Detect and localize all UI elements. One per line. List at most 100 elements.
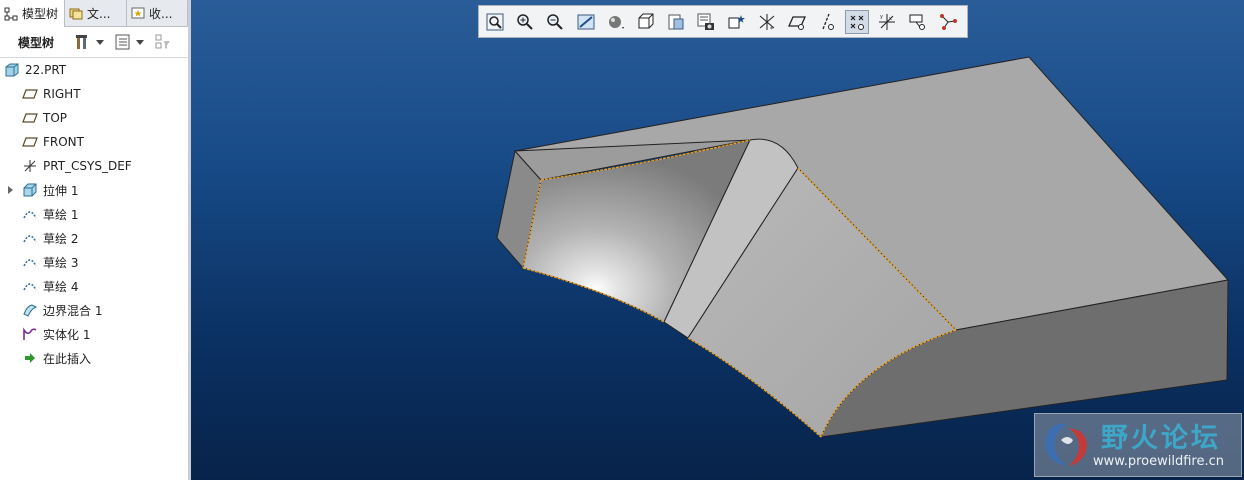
tab-model-tree[interactable]: 模型树 — [0, 0, 65, 27]
datum-display-button[interactable]: * — [755, 10, 779, 34]
repaint-button[interactable] — [574, 10, 598, 34]
sketch-icon — [23, 235, 37, 243]
tree-item-root[interactable]: 22.PRT — [0, 58, 188, 82]
model-tree: 22.PRT RIGHT TOP FRONT PRT_CSYS_DEF 拉伸 1 — [0, 58, 188, 370]
zoom-in-button[interactable] — [513, 10, 537, 34]
refit-zoom-icon — [486, 13, 504, 30]
plane-display-button[interactable] — [785, 10, 809, 34]
appearance-gallery-button[interactable] — [694, 10, 718, 34]
point-display-button[interactable] — [845, 9, 870, 34]
view-manager-icon — [668, 14, 684, 29]
tree-toolbar: 模型树 — [0, 27, 188, 58]
svg-text:y: y — [880, 14, 883, 20]
chevron-down-icon[interactable] — [136, 39, 144, 45]
tree-item-label: RIGHT — [43, 87, 81, 101]
repaint-icon — [577, 14, 595, 29]
csys-display-button[interactable]: xy — [875, 10, 899, 34]
navigator-tabs: 模型树 文... 收... — [0, 0, 188, 27]
sketch-icon — [23, 211, 37, 219]
tree-item-sketch-1[interactable]: 草绘 1 — [0, 202, 188, 226]
chevron-down-icon[interactable] — [96, 39, 104, 45]
watermark-title: 野火论坛 — [1101, 423, 1221, 454]
tree-item-label: PRT_CSYS_DEF — [43, 159, 132, 173]
tree-show-icon[interactable] — [114, 33, 132, 51]
csys-display-icon: xy — [879, 13, 896, 30]
tree-item-label: 草绘 1 — [43, 207, 79, 222]
tree-item-extrude[interactable]: 拉伸 1 — [0, 178, 188, 202]
perspective-view-icon — [728, 14, 745, 28]
sketch-icon — [23, 283, 37, 291]
axis-display-icon — [822, 13, 835, 30]
expand-arrow-icon[interactable] — [8, 186, 13, 194]
tree-item-label: 草绘 4 — [43, 279, 79, 294]
datum-plane-icon — [22, 137, 38, 147]
annotation-display-button[interactable] — [906, 10, 930, 34]
part-icon — [5, 63, 19, 77]
watermark-url: www.proewildfire.cn — [1093, 454, 1224, 469]
tree-item-front[interactable]: FRONT — [0, 130, 188, 154]
tree-filter-icon[interactable] — [154, 33, 172, 51]
tree-item-boundary-blend[interactable]: 边界混合 1 — [0, 298, 188, 322]
svg-text:x: x — [889, 16, 892, 22]
point-display-icon — [850, 15, 865, 30]
saved-orientations-icon — [638, 13, 654, 28]
zoom-out-icon — [547, 13, 564, 30]
tree-item-label: 草绘 3 — [43, 255, 79, 270]
tree-title: 模型树 — [18, 35, 55, 50]
tree-item-label: 在此插入 — [43, 351, 92, 366]
view-toolbar: * xy — [478, 5, 968, 38]
appearance-gallery-icon — [697, 13, 715, 30]
datum-display-icon: * — [759, 13, 775, 32]
coordinate-system-icon — [24, 160, 36, 172]
tree-item-sketch-4[interactable]: 草绘 4 — [0, 274, 188, 298]
tab-label: 文... — [87, 6, 111, 21]
tree-item-label: 22.PRT — [25, 63, 67, 77]
axis-display-button[interactable] — [815, 10, 839, 34]
display-style-icon — [608, 15, 624, 29]
tree-item-label: 边界混合 1 — [43, 303, 103, 318]
tree-item-insert-here[interactable]: 在此插入 — [0, 346, 188, 370]
tree-item-right[interactable]: RIGHT — [0, 82, 188, 106]
spin-center-icon — [939, 13, 957, 30]
tree-item-label: 拉伸 1 — [43, 183, 79, 198]
extrude-icon — [23, 183, 37, 197]
tab-label: 收... — [149, 6, 173, 21]
datum-plane-icon — [22, 89, 38, 99]
tree-settings-icon[interactable] — [74, 33, 92, 51]
spin-center-button[interactable] — [936, 10, 960, 34]
sketch-icon — [23, 259, 37, 267]
favorites-icon — [131, 7, 145, 19]
svg-text:*: * — [770, 26, 773, 32]
tree-item-csys[interactable]: PRT_CSYS_DEF — [0, 154, 188, 178]
tree-item-solidify[interactable]: 实体化 1 — [0, 322, 188, 346]
part-model[interactable] — [191, 0, 1244, 480]
zoom-in-icon — [517, 13, 533, 30]
annotation-display-icon — [909, 14, 925, 30]
tab-favorites[interactable]: 收... — [127, 0, 188, 26]
perspective-view-button[interactable] — [725, 10, 749, 34]
model-tree-panel: 模型树 文... 收... 模型树 22.PRT RIGHT TOP FRONT… — [0, 0, 188, 480]
refit-zoom-button[interactable] — [483, 10, 507, 34]
tree-item-label: FRONT — [43, 135, 84, 149]
tree-item-sketch-3[interactable]: 草绘 3 — [0, 250, 188, 274]
tab-folder-browser[interactable]: 文... — [65, 0, 127, 26]
zoom-out-button[interactable] — [543, 10, 567, 34]
view-manager-button[interactable] — [664, 10, 688, 34]
display-style-button[interactable] — [604, 10, 628, 34]
saved-orientations-button[interactable] — [634, 10, 658, 34]
graphics-viewport[interactable]: * xy 野火论坛 www.proewildfire.cn — [191, 0, 1244, 480]
tree-item-label: TOP — [43, 111, 68, 125]
tree-item-sketch-2[interactable]: 草绘 2 — [0, 226, 188, 250]
tree-item-label: 草绘 2 — [43, 231, 79, 246]
tree-item-label: 实体化 1 — [43, 327, 91, 342]
forum-logo-icon — [1045, 423, 1087, 466]
insert-here-arrow-icon — [25, 353, 35, 363]
boundary-blend-icon — [23, 304, 38, 317]
forum-watermark: 野火论坛 www.proewildfire.cn — [1034, 413, 1242, 477]
folder-browser-icon — [69, 8, 83, 20]
tab-label: 模型树 — [22, 7, 59, 21]
solidify-icon — [23, 327, 37, 340]
datum-plane-icon — [22, 113, 38, 123]
plane-display-icon — [787, 15, 806, 30]
tree-item-top[interactable]: TOP — [0, 106, 188, 130]
